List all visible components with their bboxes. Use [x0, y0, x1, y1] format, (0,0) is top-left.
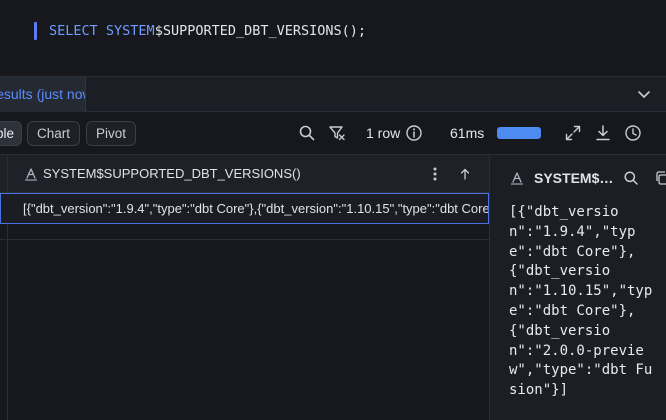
duration-bar — [497, 127, 541, 139]
clock-icon[interactable] — [624, 124, 642, 142]
download-icon[interactable] — [594, 124, 612, 142]
column-header-label: SYSTEM$SUPPORTED_DBT_VERSIONS() — [43, 166, 301, 181]
detail-panel-value[interactable]: [{"dbt_version":"1.9.4","type":"dbt Core… — [509, 203, 655, 401]
sql-line[interactable]: SELECT SYSTEM$SUPPORTED_DBT_VERSIONS(); — [49, 22, 366, 40]
info-icon[interactable] — [405, 124, 423, 142]
sort-ascending-icon[interactable] — [458, 167, 472, 181]
expand-icon[interactable] — [564, 124, 582, 142]
row-count: 1 row — [366, 125, 401, 141]
detail-panel-title-text: SYSTEM$SUPPORTED_DBT_VERSIONS() — [534, 170, 618, 186]
sql-editor[interactable]: SELECT SYSTEM$SUPPORTED_DBT_VERSIONS(); — [0, 0, 666, 76]
filter-icon[interactable] — [328, 124, 346, 142]
chevron-down-icon[interactable] — [636, 86, 652, 102]
tab-results[interactable]: Results (just now) — [0, 77, 86, 112]
kebab-menu-icon[interactable] — [430, 166, 440, 182]
sql-function: $SUPPORTED_DBT_VERSIONS(); — [154, 23, 367, 39]
cell-detail-panel: SYSTEM$SUPPORTED_DBT_VERSIONS() [{"dbt_v… — [489, 155, 666, 420]
search-icon[interactable] — [623, 170, 639, 186]
table-row[interactable]: [{"dbt_version":"1.9.4","type":"dbt Core… — [0, 193, 489, 224]
current-line-marker — [34, 22, 37, 40]
text-type-icon — [24, 167, 38, 181]
results-tab-strip: Results (just now) — [0, 76, 666, 112]
column-header[interactable]: SYSTEM$SUPPORTED_DBT_VERSIONS() — [0, 155, 489, 193]
search-icon[interactable] — [298, 124, 316, 142]
text-type-icon — [510, 171, 524, 185]
view-pivot-button[interactable]: Pivot — [86, 121, 137, 146]
view-chart-button[interactable]: Chart — [27, 121, 81, 146]
view-table-button[interactable]: Table — [0, 121, 22, 146]
tab-results-label: Results (just now) — [0, 86, 85, 102]
query-duration: 61ms — [450, 125, 485, 141]
view-chart-label: Chart — [37, 126, 71, 141]
sql-keyword: SELECT — [49, 23, 106, 39]
table-row-empty — [0, 224, 489, 240]
view-pivot-label: Pivot — [96, 126, 127, 141]
copy-icon[interactable] — [654, 170, 666, 186]
view-table-label: Table — [0, 126, 14, 141]
results-toolbar: Table Chart Pivot 1 row 61ms — [0, 112, 666, 155]
sql-schema: SYSTEM — [105, 23, 155, 39]
detail-panel-title: SYSTEM$SUPPORTED_DBT_VERSIONS() — [534, 170, 618, 186]
results-grid: SYSTEM$SUPPORTED_DBT_VERSIONS() [{"dbt_v… — [0, 155, 489, 420]
table-cell[interactable]: [{"dbt_version":"1.9.4","type":"dbt Core… — [23, 201, 488, 217]
